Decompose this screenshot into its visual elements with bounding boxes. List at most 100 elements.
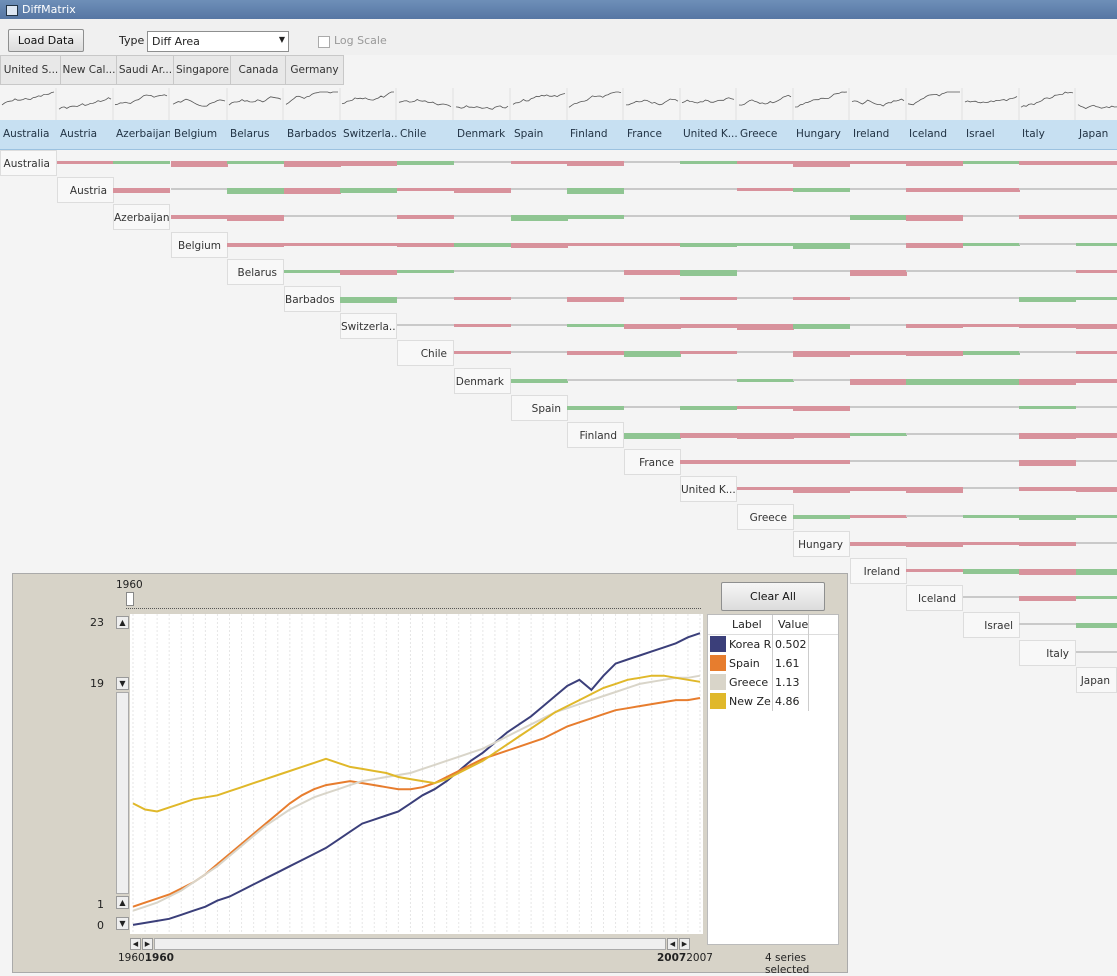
- column-header[interactable]: Ireland: [850, 120, 907, 149]
- row-label[interactable]: Australia: [0, 150, 57, 176]
- column-header[interactable]: Azerbaijan: [113, 120, 170, 149]
- diff-cell[interactable]: [850, 487, 907, 492]
- diff-cell[interactable]: [906, 161, 963, 166]
- row-label[interactable]: Switzerla...: [340, 313, 397, 340]
- diff-cell[interactable]: [793, 161, 850, 167]
- diff-cell[interactable]: [624, 215, 681, 218]
- diff-cell[interactable]: [340, 161, 397, 166]
- diff-cell[interactable]: [397, 188, 454, 192]
- diff-cell[interactable]: [567, 215, 624, 220]
- diff-cell[interactable]: [963, 161, 1020, 164]
- diff-cell[interactable]: [680, 460, 737, 465]
- diff-cell[interactable]: [567, 188, 624, 195]
- series-tab[interactable]: Saudi Ar...: [116, 55, 175, 85]
- diff-cell[interactable]: [1076, 242, 1117, 246]
- series-tab[interactable]: New Cal...: [60, 55, 118, 85]
- diff-cell[interactable]: [737, 269, 794, 272]
- diff-cell[interactable]: [963, 569, 1020, 574]
- diff-cell[interactable]: [1076, 188, 1117, 191]
- diff-cell[interactable]: [963, 324, 1020, 328]
- y-range-scrollbar[interactable]: [116, 692, 129, 894]
- diff-cell[interactable]: [1019, 188, 1076, 191]
- diff-cell[interactable]: [793, 215, 850, 218]
- diff-cell[interactable]: [624, 433, 681, 439]
- diff-cell[interactable]: [1076, 351, 1117, 355]
- clear-all-button[interactable]: Clear All: [721, 582, 825, 611]
- diff-cell[interactable]: [1019, 405, 1076, 409]
- x-right-next-button[interactable]: ▶: [679, 938, 690, 950]
- diff-cell[interactable]: [1019, 433, 1076, 439]
- diff-cell[interactable]: [850, 242, 907, 245]
- legend-row[interactable]: Spain 1.61: [708, 654, 838, 673]
- diff-cell[interactable]: [963, 269, 1020, 272]
- row-label[interactable]: Ireland: [850, 558, 907, 584]
- diff-cell[interactable]: [737, 297, 794, 299]
- diff-cell[interactable]: [906, 324, 963, 329]
- series-line[interactable]: [132, 674, 701, 813]
- diff-cell[interactable]: [1019, 297, 1076, 302]
- diff-cell[interactable]: [567, 405, 624, 410]
- diff-cell[interactable]: [1019, 541, 1076, 546]
- x-range-scrollbar[interactable]: [154, 938, 666, 950]
- diff-cell[interactable]: [793, 514, 850, 519]
- diff-cell[interactable]: [624, 297, 681, 299]
- diff-cell[interactable]: [567, 324, 624, 328]
- diff-cell[interactable]: [850, 161, 907, 164]
- diff-cell[interactable]: [963, 541, 1020, 545]
- diff-cell[interactable]: [567, 297, 624, 302]
- diff-cell[interactable]: [1019, 242, 1076, 245]
- row-label[interactable]: Finland: [567, 422, 624, 448]
- series-line[interactable]: [132, 632, 701, 926]
- diff-cell[interactable]: [963, 351, 1020, 356]
- diff-cell[interactable]: [1019, 324, 1076, 329]
- row-label[interactable]: France: [624, 449, 681, 476]
- column-header[interactable]: Finland: [567, 120, 624, 149]
- series-tab[interactable]: Singapore: [173, 55, 232, 85]
- diff-cell[interactable]: [793, 324, 850, 330]
- diff-cell[interactable]: [737, 215, 794, 218]
- diff-cell[interactable]: [906, 297, 963, 299]
- row-label[interactable]: Japan: [1076, 666, 1117, 693]
- diff-cell[interactable]: [1076, 324, 1117, 330]
- diff-cell[interactable]: [511, 351, 568, 354]
- diff-cell[interactable]: [906, 378, 963, 385]
- y-lower-up-button[interactable]: ▲: [116, 896, 129, 909]
- diff-cell[interactable]: [397, 242, 454, 247]
- diff-cell[interactable]: [624, 269, 681, 275]
- row-label[interactable]: Belgium: [171, 231, 228, 258]
- row-label[interactable]: Greece: [737, 503, 794, 530]
- diff-cell[interactable]: [850, 188, 907, 191]
- diff-cell[interactable]: [340, 297, 397, 303]
- row-label[interactable]: Iceland: [906, 585, 963, 612]
- diff-cell[interactable]: [284, 269, 341, 273]
- diff-cell[interactable]: [340, 215, 397, 218]
- diff-cell[interactable]: [1076, 269, 1117, 273]
- x-left-next-button[interactable]: ▶: [142, 938, 153, 950]
- diff-cell[interactable]: [793, 378, 850, 381]
- diff-cell[interactable]: [1019, 378, 1076, 385]
- diff-cell[interactable]: [624, 161, 681, 163]
- row-label[interactable]: Austria: [57, 177, 114, 204]
- diff-cell[interactable]: [680, 188, 737, 191]
- diff-cell[interactable]: [1019, 161, 1076, 165]
- diff-cell[interactable]: [1076, 378, 1117, 383]
- diff-cell[interactable]: [737, 433, 794, 439]
- column-header[interactable]: Belarus: [227, 120, 284, 149]
- row-label[interactable]: Hungary: [793, 530, 850, 557]
- diff-cell[interactable]: [454, 297, 511, 300]
- legend-row[interactable]: Greece 1.13: [708, 673, 838, 692]
- diff-cell[interactable]: [397, 215, 454, 220]
- diff-cell[interactable]: [567, 378, 624, 381]
- diff-cell[interactable]: [680, 433, 737, 438]
- column-header[interactable]: Barbados: [284, 120, 341, 149]
- row-label[interactable]: Azerbaijan: [113, 204, 170, 231]
- diff-cell[interactable]: [454, 242, 511, 247]
- diff-cell[interactable]: [454, 351, 511, 355]
- diff-cell[interactable]: [511, 297, 568, 299]
- diff-cell[interactable]: [284, 242, 341, 246]
- diff-cell[interactable]: [850, 514, 907, 518]
- diff-cell[interactable]: [567, 242, 624, 246]
- diff-cell[interactable]: [680, 215, 737, 218]
- diff-cell[interactable]: [793, 351, 850, 358]
- diff-cell[interactable]: [624, 405, 681, 408]
